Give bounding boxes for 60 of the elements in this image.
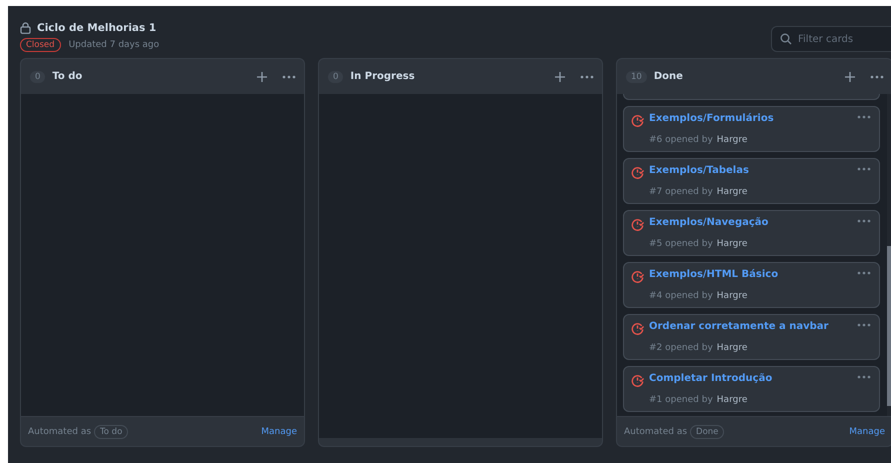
more-button[interactable] xyxy=(282,74,296,78)
more-button[interactable] xyxy=(580,74,594,78)
column-title: In Progress xyxy=(350,71,416,82)
project-title: Ciclo de Melhorias 1 xyxy=(37,22,156,34)
add-button[interactable] xyxy=(554,70,566,82)
column-title: Done xyxy=(654,71,684,82)
issue-meta: #2 opened by xyxy=(649,343,713,355)
issue-card[interactable]: Exemplos/Navegação #5 opened by Hargre xyxy=(623,210,880,256)
more-button[interactable] xyxy=(857,323,871,327)
manage-link[interactable]: Manage xyxy=(849,426,885,436)
issue-closed-icon xyxy=(631,270,644,283)
issue-link[interactable]: Completar Introdução xyxy=(649,373,857,393)
lock-icon xyxy=(20,22,31,34)
card-count: 0 xyxy=(328,70,344,82)
card-count: 0 xyxy=(30,70,46,82)
issue-meta: #1 opened by xyxy=(649,395,713,407)
manage-link[interactable]: Manage xyxy=(261,426,297,436)
issue-meta: #4 opened by xyxy=(649,291,713,303)
search-field[interactable]: Filter cards xyxy=(771,26,891,52)
issue-link[interactable]: Exemplos/Formulários xyxy=(649,113,857,133)
more-button[interactable] xyxy=(857,375,871,379)
issue-closed-icon xyxy=(631,322,644,335)
issue-link[interactable]: Ordenar corretamente a navbar xyxy=(649,321,857,341)
issue-card[interactable]: Exemplos/HTML Básico #4 opened by Hargre xyxy=(623,262,880,308)
issue-closed-icon xyxy=(631,218,644,231)
issue-meta: #5 opened by xyxy=(649,239,713,251)
issue-link[interactable]: Exemplos/Navegação xyxy=(649,217,857,237)
issue-card[interactable]: Exemplos/Formulários #6 opened by Hargre xyxy=(623,106,880,152)
issue-link[interactable]: Exemplos/Tabelas xyxy=(649,165,857,185)
issue-meta: #7 opened by xyxy=(649,187,713,199)
automation-tag: Done xyxy=(690,424,724,438)
issue-author: Hargre xyxy=(716,135,748,147)
issue-card[interactable]: Ordenar corretamente a navbar #2 opened by Hargre xyxy=(623,314,880,360)
status-badge: Closed xyxy=(20,38,61,52)
issue-card[interactable]: Completar Introdução #1 opened by Hargre xyxy=(623,366,880,412)
add-button[interactable] xyxy=(256,70,268,82)
issue-closed-icon xyxy=(631,374,644,387)
more-button[interactable] xyxy=(857,115,871,119)
issue-author: Hargre xyxy=(716,239,748,251)
issue-author: Hargre xyxy=(716,343,748,355)
automation-tag: To do xyxy=(94,424,128,438)
issue-card[interactable]: Exemplos/Tabelas #7 opened by Hargre xyxy=(623,158,880,204)
updated-text: Updated 7 days ago xyxy=(68,40,160,50)
search-icon xyxy=(780,33,792,45)
issue-closed-icon xyxy=(631,166,644,179)
column-title: To do xyxy=(52,71,84,82)
issue-author: Hargre xyxy=(716,395,748,407)
card-count: 10 xyxy=(626,70,647,82)
more-button[interactable] xyxy=(857,271,871,275)
automation-label: Automated as xyxy=(28,426,92,436)
more-button[interactable] xyxy=(870,74,884,78)
more-button[interactable] xyxy=(857,219,871,223)
issue-closed-icon xyxy=(631,114,644,127)
issue-link[interactable]: Exemplos/HTML Básico xyxy=(649,269,857,289)
issue-author: Hargre xyxy=(716,187,748,199)
issue-author: Hargre xyxy=(716,291,748,303)
automation-label: Automated as xyxy=(624,426,688,436)
issue-meta: #6 opened by xyxy=(649,135,713,147)
add-button[interactable] xyxy=(844,70,856,82)
more-button[interactable] xyxy=(857,167,871,171)
